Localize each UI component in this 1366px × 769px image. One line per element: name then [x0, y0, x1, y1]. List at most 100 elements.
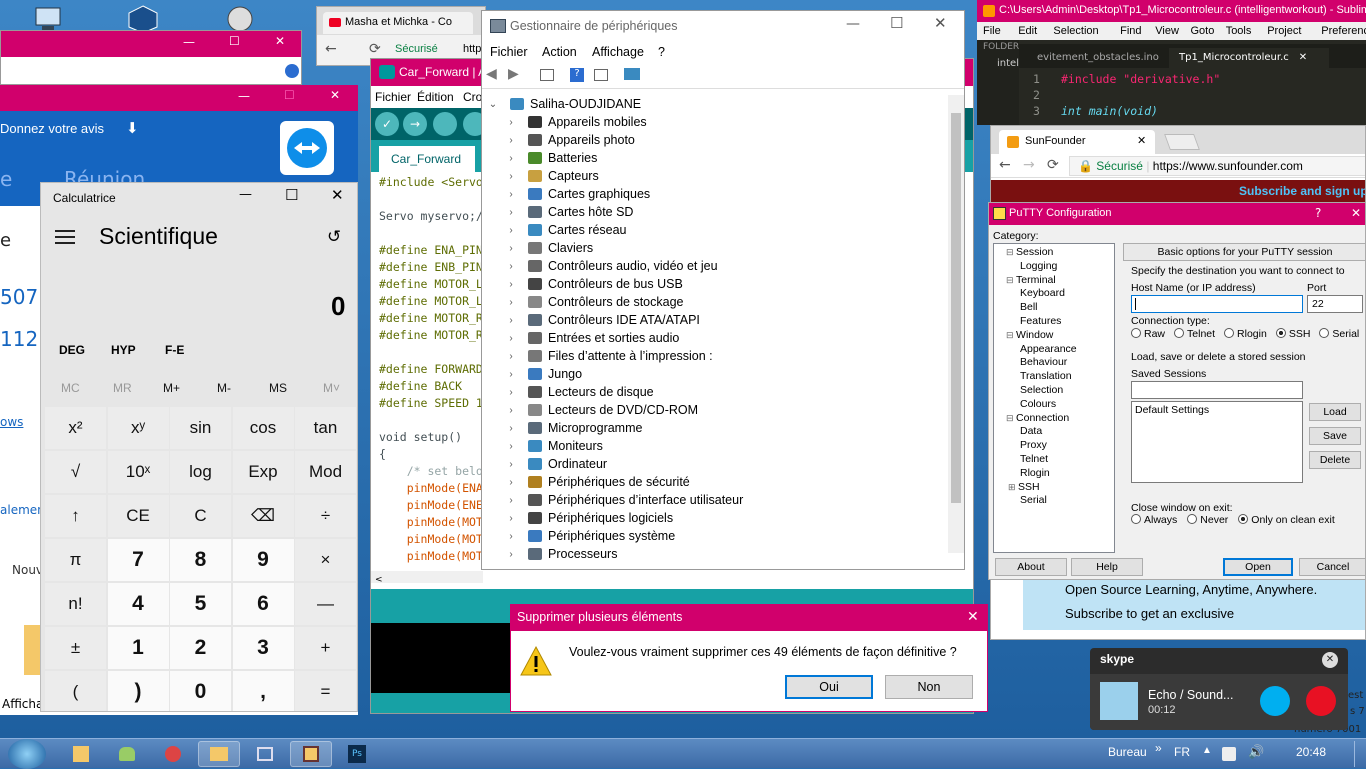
minimize-button[interactable]: — — [846, 16, 860, 32]
device-category[interactable]: › Périphériques système — [504, 527, 675, 545]
close-option[interactable]: Always — [1131, 514, 1177, 526]
maximize-button[interactable]: ☐ — [890, 14, 903, 32]
key-five-button[interactable]: 5 — [170, 583, 231, 625]
tree-node[interactable]: Rlogin — [1020, 467, 1050, 479]
tree-item[interactable]: Data — [1020, 425, 1042, 437]
conn-type-raw[interactable]: Raw — [1131, 328, 1165, 340]
key-four-button[interactable]: 4 — [107, 583, 169, 625]
key-clear-button[interactable]: C — [170, 495, 231, 537]
language-indicator[interactable]: FR — [1174, 745, 1190, 759]
menu-fichier[interactable]: Fichier — [490, 45, 528, 59]
radio-icon[interactable] — [1319, 328, 1330, 338]
feedback-link[interactable]: Donnez votre avis — [0, 121, 104, 136]
key-six-button[interactable]: 6 — [232, 583, 294, 625]
close-button[interactable]: ✕ — [330, 88, 340, 102]
back-icon[interactable]: ◀ — [486, 66, 497, 82]
close-button[interactable]: ✕ — [967, 609, 979, 625]
key-two-button[interactable]: 2 — [170, 627, 231, 669]
device-category[interactable]: › Appareils photo — [504, 131, 635, 149]
chevron-right-icon[interactable]: › — [504, 495, 518, 506]
tree-item[interactable]: SSH — [1018, 481, 1040, 493]
tree-item[interactable]: Bell — [1020, 301, 1038, 313]
tree-node[interactable]: Data — [1020, 425, 1042, 437]
device-category[interactable]: › Contrôleurs IDE ATA/ATAPI — [504, 311, 700, 329]
tab-tp1[interactable]: Tp1_Microcontroleur.c ✕ — [1169, 48, 1329, 68]
close-icon[interactable]: ✕ — [1137, 134, 1146, 147]
chevron-right-icon[interactable]: › — [504, 153, 518, 164]
minimize-button[interactable]: — — [183, 35, 195, 49]
key-three-button[interactable]: 3 — [232, 627, 294, 669]
device-category[interactable]: › Contrôleurs audio, vidéo et jeu — [504, 257, 717, 275]
tray-up-icon[interactable]: ▲ — [1202, 745, 1212, 756]
taskbar-app-android[interactable] — [106, 741, 148, 767]
cancel-button[interactable]: Cancel — [1299, 558, 1365, 576]
chevron-right-icon[interactable]: › — [504, 405, 518, 416]
download-icon[interactable]: ⬇ — [126, 119, 139, 137]
tree-node[interactable]: Translation — [1020, 370, 1072, 382]
help-button[interactable]: ? — [1315, 206, 1321, 220]
upload-button[interactable]: → — [403, 112, 427, 136]
tree-item[interactable]: Appearance — [1020, 343, 1077, 355]
tree-node[interactable]: Features — [1020, 315, 1061, 327]
minimize-button[interactable]: — — [239, 187, 252, 202]
desktop-toolbar[interactable]: Bureau — [1108, 745, 1147, 759]
mr-button[interactable]: MR — [113, 381, 132, 395]
chevron-right-icon[interactable]: › — [504, 459, 518, 470]
tree-item[interactable]: Colours — [1020, 398, 1056, 410]
close-button[interactable]: ✕ — [1351, 206, 1361, 220]
tree-node[interactable]: Logging — [1020, 260, 1057, 272]
menu-croquis[interactable]: Cro — [463, 90, 482, 104]
chevron-right-icon[interactable]: › — [504, 423, 518, 434]
hamburger-menu-icon[interactable] — [55, 230, 75, 244]
close-button[interactable]: ✕ — [331, 186, 344, 204]
subscribe-text[interactable]: Subscribe and sign up — [1239, 184, 1365, 198]
menu-preferences[interactable]: Preferences — [1321, 25, 1366, 37]
device-category[interactable]: › Périphériques de sécurité — [504, 473, 689, 491]
yes-button[interactable]: Oui — [785, 675, 873, 699]
url-text[interactable]: http — [463, 43, 481, 55]
help-icon[interactable]: ? — [570, 68, 584, 82]
tree-item[interactable]: Session — [1016, 246, 1053, 258]
device-category[interactable]: › Entrées et sorties audio — [504, 329, 679, 347]
tree-node[interactable]: Selection — [1020, 384, 1063, 396]
history-icon[interactable]: ↺ — [327, 227, 341, 247]
menu-view[interactable]: View — [1155, 25, 1179, 37]
key-backspace-button[interactable]: ⌫ — [232, 495, 294, 537]
key-open-paren-button[interactable]: ( — [45, 671, 106, 711]
taskbar-app-6[interactable] — [290, 741, 332, 767]
tree-item[interactable]: Translation — [1020, 370, 1072, 382]
device-category[interactable]: › Capteurs — [504, 167, 598, 185]
close-button[interactable]: ✕ — [934, 14, 947, 32]
tree-item[interactable]: Behaviour — [1020, 356, 1067, 368]
radio-icon[interactable] — [1174, 328, 1185, 338]
menu-goto[interactable]: Goto — [1191, 25, 1215, 37]
menu-selection[interactable]: Selection — [1053, 25, 1098, 37]
key-pi-button[interactable]: π — [45, 539, 106, 581]
browser-tab[interactable]: Masha et Michka - Co — [323, 12, 473, 34]
conn-type-rlogin[interactable]: Rlogin — [1224, 328, 1267, 340]
ad-banner[interactable]: Open Source Learning, Anytime, Anywhere.… — [1023, 578, 1365, 630]
conn-type-serial[interactable]: Serial — [1319, 328, 1359, 340]
device-category[interactable]: › Processeurs — [504, 545, 617, 563]
tree-item[interactable]: Proxy — [1020, 439, 1047, 451]
ms-button[interactable]: MS — [269, 381, 287, 395]
show-desktop-button[interactable] — [1354, 741, 1366, 767]
new-tab-button[interactable] — [1164, 134, 1200, 150]
key-zero-button[interactable]: 0 — [170, 671, 231, 711]
tree-node[interactable]: Keyboard — [1020, 287, 1065, 299]
chevron-right-icon[interactable]: › — [504, 225, 518, 236]
code-editor[interactable]: 1 #include "derivative.h" 2 3 int main(void) — [1019, 68, 1366, 125]
chevron-right-icon[interactable]: › — [504, 441, 518, 452]
taskbar-app-3[interactable] — [152, 741, 194, 767]
key-seven-button[interactable]: 7 — [107, 539, 169, 581]
device-category[interactable]: › Cartes hôte SD — [504, 203, 633, 221]
menu-edition[interactable]: Édition — [417, 90, 454, 104]
start-button[interactable] — [8, 739, 46, 769]
close-icon[interactable]: ✕ — [1322, 652, 1338, 668]
forward-icon[interactable]: ▶ — [508, 66, 519, 82]
code-editor[interactable]: #include <Servo Servo myservo;/ #define EN… — [371, 175, 483, 565]
conn-type-telnet[interactable]: Telnet — [1174, 328, 1215, 340]
load-button[interactable]: Load — [1309, 403, 1361, 421]
taskbar-explorer[interactable] — [198, 741, 240, 767]
expander-icon[interactable]: ⊞ — [1008, 482, 1018, 492]
